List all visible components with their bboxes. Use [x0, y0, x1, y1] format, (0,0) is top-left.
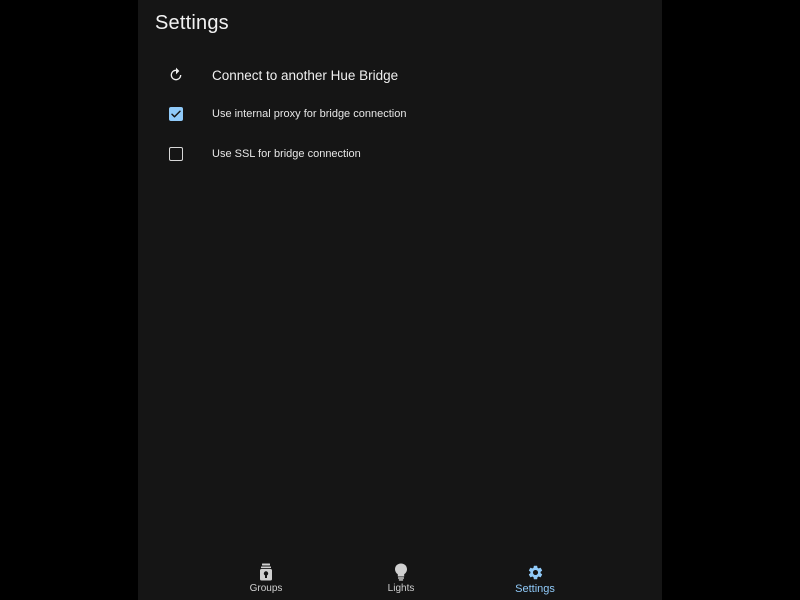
tab-lights[interactable]: Lights: [341, 560, 461, 600]
app-window: Settings Connect to another Hue Bridge U…: [138, 0, 662, 600]
tab-settings[interactable]: Settings: [475, 560, 595, 600]
lightbulb-icon: [392, 563, 410, 581]
connect-another-bridge-label: Connect to another Hue Bridge: [212, 67, 399, 83]
page-title: Settings: [155, 12, 229, 34]
tab-lights-label: Lights: [387, 583, 415, 594]
ssl-setting[interactable]: Use SSL for bridge connection: [138, 134, 662, 174]
connect-another-bridge-item[interactable]: Connect to another Hue Bridge: [138, 55, 662, 95]
internal-proxy-label: Use internal proxy for bridge connection: [212, 108, 407, 120]
tab-settings-label: Settings: [515, 583, 555, 595]
refresh-icon: [167, 66, 185, 84]
checkbox-unchecked-icon: [169, 147, 183, 161]
lamp-icon: [257, 563, 275, 581]
tab-groups-label: Groups: [249, 583, 283, 594]
ssl-label: Use SSL for bridge connection: [212, 148, 361, 160]
gear-icon: [526, 563, 544, 581]
bottom-navigation: Groups Lights Settings: [138, 560, 662, 600]
tab-groups[interactable]: Groups: [206, 560, 326, 600]
internal-proxy-setting[interactable]: Use internal proxy for bridge connection: [138, 94, 662, 134]
ssl-checkbox[interactable]: [167, 145, 185, 163]
internal-proxy-checkbox[interactable]: [167, 105, 185, 123]
checkbox-checked-icon: [169, 107, 183, 121]
